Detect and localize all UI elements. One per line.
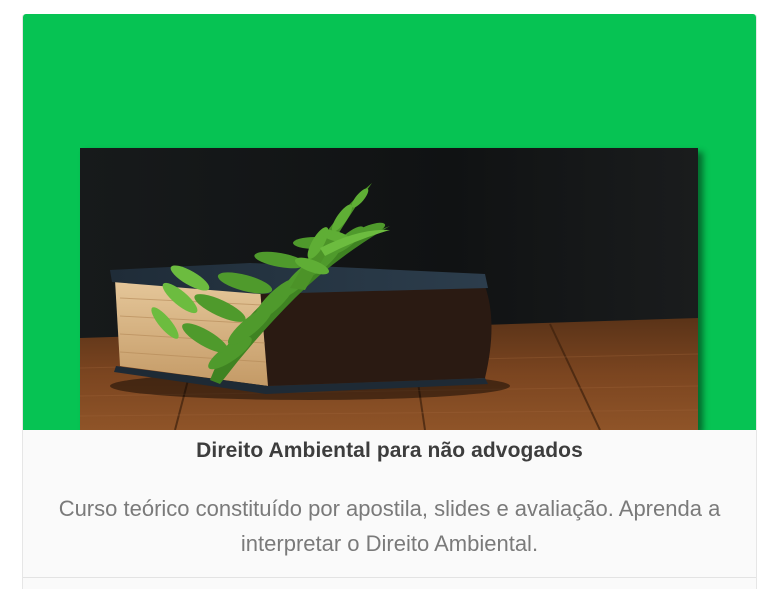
card-divider <box>23 577 756 578</box>
course-banner[interactable] <box>23 14 756 430</box>
course-cover-image[interactable] <box>80 148 698 430</box>
course-card[interactable]: Direito Ambiental para não advogados Cur… <box>22 14 757 589</box>
course-title[interactable]: Direito Ambiental para não advogados <box>23 439 756 463</box>
course-description: Curso teórico constituído por apostila, … <box>58 496 721 556</box>
